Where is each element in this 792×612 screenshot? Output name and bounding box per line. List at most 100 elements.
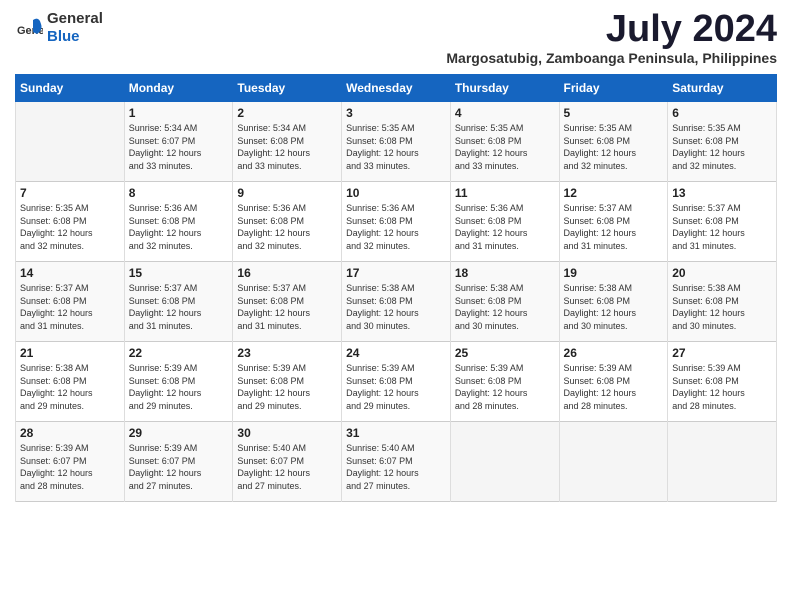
day-number: 11 xyxy=(455,186,555,200)
day-number: 10 xyxy=(346,186,446,200)
day-number: 1 xyxy=(129,106,229,120)
cell-content: Sunrise: 5:38 AM Sunset: 6:08 PM Dayligh… xyxy=(455,282,555,332)
cell-content: Sunrise: 5:39 AM Sunset: 6:08 PM Dayligh… xyxy=(237,362,337,412)
calendar-cell: 10 Sunrise: 5:36 AM Sunset: 6:08 PM Dayli… xyxy=(342,182,451,262)
week-row-4: 21 Sunrise: 5:38 AM Sunset: 6:08 PM Dayli… xyxy=(16,342,777,422)
calendar-cell: 6 Sunrise: 5:35 AM Sunset: 6:08 PM Daylig… xyxy=(668,102,777,182)
cell-content: Sunrise: 5:35 AM Sunset: 6:08 PM Dayligh… xyxy=(346,122,446,172)
day-number: 28 xyxy=(20,426,120,440)
week-row-5: 28 Sunrise: 5:39 AM Sunset: 6:07 PM Dayli… xyxy=(16,422,777,502)
day-number: 27 xyxy=(672,346,772,360)
cell-content: Sunrise: 5:37 AM Sunset: 6:08 PM Dayligh… xyxy=(20,282,120,332)
day-number: 14 xyxy=(20,266,120,280)
day-number: 15 xyxy=(129,266,229,280)
calendar-body: 1 Sunrise: 5:34 AM Sunset: 6:07 PM Daylig… xyxy=(16,102,777,502)
day-number: 6 xyxy=(672,106,772,120)
cell-content: Sunrise: 5:37 AM Sunset: 6:08 PM Dayligh… xyxy=(672,202,772,252)
logo-general: General xyxy=(47,10,103,27)
day-number: 5 xyxy=(564,106,664,120)
cell-content: Sunrise: 5:38 AM Sunset: 6:08 PM Dayligh… xyxy=(20,362,120,412)
cell-content: Sunrise: 5:39 AM Sunset: 6:08 PM Dayligh… xyxy=(346,362,446,412)
calendar-table: SundayMondayTuesdayWednesdayThursdayFrid… xyxy=(15,74,777,502)
day-number: 4 xyxy=(455,106,555,120)
calendar-cell: 18 Sunrise: 5:38 AM Sunset: 6:08 PM Dayli… xyxy=(450,262,559,342)
header-day-monday: Monday xyxy=(124,75,233,102)
cell-content: Sunrise: 5:36 AM Sunset: 6:08 PM Dayligh… xyxy=(237,202,337,252)
calendar-cell: 28Sunrise: 5:39 AM Sunset: 6:07 PM Dayli… xyxy=(16,422,125,502)
page-header: General General Blue July 2024 xyxy=(15,10,777,48)
calendar-cell: 9 Sunrise: 5:36 AM Sunset: 6:08 PM Daylig… xyxy=(233,182,342,262)
calendar-cell: 12 Sunrise: 5:37 AM Sunset: 6:08 PM Dayli… xyxy=(559,182,668,262)
cell-content: Sunrise: 5:36 AM Sunset: 6:08 PM Dayligh… xyxy=(129,202,229,252)
day-number: 25 xyxy=(455,346,555,360)
day-number: 16 xyxy=(237,266,337,280)
logo: General General Blue xyxy=(15,10,103,46)
calendar-cell: 17Sunrise: 5:38 AM Sunset: 6:08 PM Dayli… xyxy=(342,262,451,342)
cell-content: Sunrise: 5:34 AM Sunset: 6:07 PM Dayligh… xyxy=(129,122,229,172)
day-number: 23 xyxy=(237,346,337,360)
day-number: 2 xyxy=(237,106,337,120)
header-day-tuesday: Tuesday xyxy=(233,75,342,102)
cell-content: Sunrise: 5:38 AM Sunset: 6:08 PM Dayligh… xyxy=(346,282,446,332)
calendar-cell: 19Sunrise: 5:38 AM Sunset: 6:08 PM Dayli… xyxy=(559,262,668,342)
day-number: 31 xyxy=(346,426,446,440)
week-row-3: 14 Sunrise: 5:37 AM Sunset: 6:08 PM Dayli… xyxy=(16,262,777,342)
calendar-cell xyxy=(668,422,777,502)
cell-content: Sunrise: 5:37 AM Sunset: 6:08 PM Dayligh… xyxy=(564,202,664,252)
week-row-2: 7Sunrise: 5:35 AM Sunset: 6:08 PM Daylig… xyxy=(16,182,777,262)
day-number: 18 xyxy=(455,266,555,280)
day-number: 20 xyxy=(672,266,772,280)
calendar-cell: 29 Sunrise: 5:39 AM Sunset: 6:07 PM Dayli… xyxy=(124,422,233,502)
cell-content: Sunrise: 5:39 AM Sunset: 6:08 PM Dayligh… xyxy=(672,362,772,412)
cell-content: Sunrise: 5:39 AM Sunset: 6:07 PM Dayligh… xyxy=(129,442,229,492)
logo-icon: General xyxy=(15,14,43,42)
header-day-friday: Friday xyxy=(559,75,668,102)
calendar-cell xyxy=(450,422,559,502)
day-number: 21 xyxy=(20,346,120,360)
calendar-cell: 8Sunrise: 5:36 AM Sunset: 6:08 PM Daylig… xyxy=(124,182,233,262)
header-day-saturday: Saturday xyxy=(668,75,777,102)
cell-content: Sunrise: 5:40 AM Sunset: 6:07 PM Dayligh… xyxy=(237,442,337,492)
cell-content: Sunrise: 5:39 AM Sunset: 6:08 PM Dayligh… xyxy=(455,362,555,412)
day-number: 29 xyxy=(129,426,229,440)
calendar-cell: 11 Sunrise: 5:36 AM Sunset: 6:08 PM Dayli… xyxy=(450,182,559,262)
calendar-cell: 25 Sunrise: 5:39 AM Sunset: 6:08 PM Dayli… xyxy=(450,342,559,422)
calendar-cell: 13Sunrise: 5:37 AM Sunset: 6:08 PM Dayli… xyxy=(668,182,777,262)
calendar-cell: 14 Sunrise: 5:37 AM Sunset: 6:08 PM Dayli… xyxy=(16,262,125,342)
calendar-cell: 31 Sunrise: 5:40 AM Sunset: 6:07 PM Dayli… xyxy=(342,422,451,502)
cell-content: Sunrise: 5:35 AM Sunset: 6:08 PM Dayligh… xyxy=(672,122,772,172)
cell-content: Sunrise: 5:37 AM Sunset: 6:08 PM Dayligh… xyxy=(237,282,337,332)
day-number: 9 xyxy=(237,186,337,200)
week-row-1: 1 Sunrise: 5:34 AM Sunset: 6:07 PM Daylig… xyxy=(16,102,777,182)
header-day-sunday: Sunday xyxy=(16,75,125,102)
cell-content: Sunrise: 5:35 AM Sunset: 6:08 PM Dayligh… xyxy=(564,122,664,172)
calendar-cell: 30 Sunrise: 5:40 AM Sunset: 6:07 PM Dayli… xyxy=(233,422,342,502)
calendar-header: SundayMondayTuesdayWednesdayThursdayFrid… xyxy=(16,75,777,102)
calendar-cell: 4Sunrise: 5:35 AM Sunset: 6:08 PM Daylig… xyxy=(450,102,559,182)
calendar-cell: 3 Sunrise: 5:35 AM Sunset: 6:08 PM Daylig… xyxy=(342,102,451,182)
calendar-cell xyxy=(16,102,125,182)
calendar-cell: 7Sunrise: 5:35 AM Sunset: 6:08 PM Daylig… xyxy=(16,182,125,262)
cell-content: Sunrise: 5:38 AM Sunset: 6:08 PM Dayligh… xyxy=(564,282,664,332)
day-number: 24 xyxy=(346,346,446,360)
day-number: 22 xyxy=(129,346,229,360)
calendar-cell: 26 Sunrise: 5:39 AM Sunset: 6:08 PM Dayli… xyxy=(559,342,668,422)
calendar-cell: 16 Sunrise: 5:37 AM Sunset: 6:08 PM Dayli… xyxy=(233,262,342,342)
calendar-cell: 2Sunrise: 5:34 AM Sunset: 6:08 PM Daylig… xyxy=(233,102,342,182)
calendar-cell xyxy=(559,422,668,502)
header-day-thursday: Thursday xyxy=(450,75,559,102)
day-number: 3 xyxy=(346,106,446,120)
day-number: 12 xyxy=(564,186,664,200)
day-number: 26 xyxy=(564,346,664,360)
cell-content: Sunrise: 5:39 AM Sunset: 6:08 PM Dayligh… xyxy=(564,362,664,412)
calendar-cell: 20Sunrise: 5:38 AM Sunset: 6:08 PM Dayli… xyxy=(668,262,777,342)
cell-content: Sunrise: 5:36 AM Sunset: 6:08 PM Dayligh… xyxy=(346,202,446,252)
cell-content: Sunrise: 5:40 AM Sunset: 6:07 PM Dayligh… xyxy=(346,442,446,492)
calendar-cell: 5 Sunrise: 5:35 AM Sunset: 6:08 PM Daylig… xyxy=(559,102,668,182)
cell-content: Sunrise: 5:37 AM Sunset: 6:08 PM Dayligh… xyxy=(129,282,229,332)
month-title: July 2024 xyxy=(606,10,777,48)
logo-blue: Blue xyxy=(47,28,80,45)
calendar-cell: 15 Sunrise: 5:37 AM Sunset: 6:08 PM Dayli… xyxy=(124,262,233,342)
cell-content: Sunrise: 5:36 AM Sunset: 6:08 PM Dayligh… xyxy=(455,202,555,252)
day-number: 30 xyxy=(237,426,337,440)
